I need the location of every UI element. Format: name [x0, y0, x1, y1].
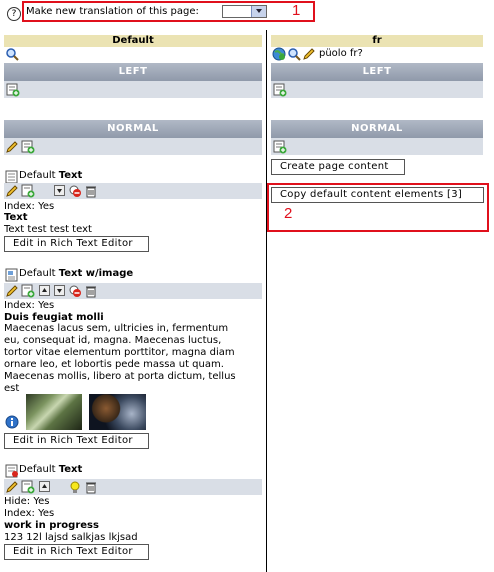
column-header-fr: fr — [271, 35, 483, 47]
section-normal-fr-toolbar — [271, 138, 483, 155]
new-content-icon[interactable] — [21, 184, 35, 198]
language-globe-icon[interactable] — [272, 47, 286, 61]
trash-icon[interactable] — [84, 184, 98, 198]
new-content-icon[interactable] — [21, 140, 35, 154]
unhide-lightbulb-icon[interactable] — [68, 480, 82, 494]
language-label: püolo fr? — [319, 48, 363, 59]
info-icon[interactable] — [5, 415, 19, 429]
image-thumbnail-2[interactable] — [89, 394, 146, 430]
edit-rich-text-button[interactable]: Edit in Rich Text Editor — [4, 236, 149, 252]
column-divider — [266, 30, 267, 572]
image-thumbnail-1[interactable] — [26, 394, 82, 430]
callout-number-2: 2 — [284, 205, 293, 222]
move-down-icon[interactable] — [54, 185, 65, 196]
section-normal-default: NORMAL — [4, 120, 262, 138]
column-header-default: Default — [4, 35, 262, 47]
section-left-default: LEFT — [4, 63, 262, 81]
pencil-icon[interactable] — [5, 480, 19, 494]
new-content-icon[interactable] — [273, 140, 287, 154]
move-down-icon[interactable] — [54, 285, 65, 296]
new-content-icon[interactable] — [21, 480, 35, 494]
pencil-icon[interactable] — [5, 184, 19, 198]
new-content-icon[interactable] — [21, 284, 35, 298]
element-3-toolbar — [4, 479, 262, 495]
section-normal-toolbar — [4, 138, 262, 155]
element-2-type: Default Text w/image — [19, 268, 134, 279]
element-2-body-line: eu, consequat id, magna. Maecenas luctus… — [4, 335, 222, 346]
element-2-body-line: Maecenas mollis, libero at porta dictum,… — [4, 371, 236, 382]
text-image-element-icon — [5, 268, 19, 282]
element-1-type: Default Text — [19, 170, 83, 181]
element-1-toolbar — [4, 183, 262, 199]
element-1-title: Text — [4, 212, 28, 223]
make-translation-label: Make new translation of this page: — [26, 6, 199, 17]
section-left-fr: LEFT — [271, 63, 483, 81]
trash-icon[interactable] — [84, 480, 98, 494]
element-2-body-line: tortor vitae elementum porttitor, magna … — [4, 347, 235, 358]
element-2-body-line: est — [4, 383, 20, 394]
copy-default-content-button[interactable]: Copy default content elements [3] — [271, 187, 484, 203]
pencil-icon[interactable] — [5, 140, 19, 154]
element-3-type: Default Text — [19, 464, 83, 475]
edit-rich-text-button[interactable]: Edit in Rich Text Editor — [4, 544, 149, 560]
section-left-toolbar — [4, 81, 262, 98]
element-3-title: work in progress — [4, 520, 99, 531]
hide-icon[interactable] — [68, 284, 82, 298]
chevron-down-icon[interactable] — [251, 6, 266, 17]
element-2-meta: Index: Yes — [4, 300, 55, 311]
element-2-toolbar — [4, 283, 262, 299]
translation-language-select[interactable] — [222, 5, 267, 18]
edit-rich-text-button[interactable]: Edit in Rich Text Editor — [4, 433, 149, 449]
text-element-icon — [5, 170, 19, 184]
section-normal-fr: NORMAL — [271, 120, 483, 138]
element-2-body-line: Maecenas lacus sem, ultricies in, fermen… — [4, 323, 229, 334]
element-2-body-line: ornare leo, et lobortis pede massa ut qu… — [4, 359, 224, 370]
pencil-icon[interactable] — [5, 284, 19, 298]
help-icon[interactable]: ? — [7, 7, 21, 21]
text-element-hidden-icon — [5, 464, 19, 478]
section-left-fr-toolbar — [271, 81, 483, 98]
pencil-icon[interactable] — [302, 47, 316, 61]
move-up-icon[interactable] — [39, 481, 50, 492]
trash-icon[interactable] — [84, 284, 98, 298]
create-page-content-button[interactable]: Create page content — [271, 159, 405, 175]
element-1-body: Text test test text — [4, 224, 92, 235]
element-3-meta-index: Index: Yes — [4, 508, 55, 519]
new-content-icon[interactable] — [6, 83, 20, 97]
search-icon[interactable] — [5, 47, 19, 61]
element-3-meta-hide: Hide: Yes — [4, 496, 50, 507]
move-up-icon[interactable] — [39, 285, 50, 296]
hide-icon[interactable] — [68, 184, 82, 198]
callout-number-1: 1 — [292, 2, 301, 19]
search-icon[interactable] — [287, 47, 301, 61]
new-content-icon[interactable] — [273, 83, 287, 97]
element-3-body: 123 12l lajsd salkjas lkjsad — [4, 532, 138, 543]
